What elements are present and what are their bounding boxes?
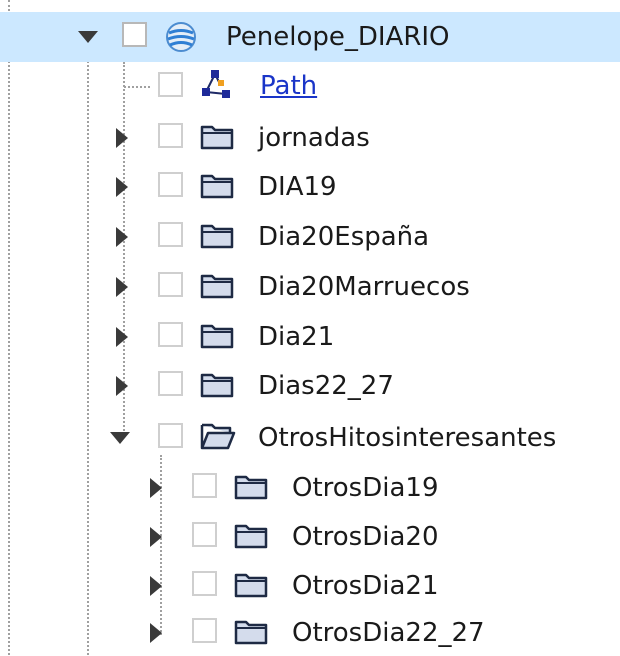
subfolder-label[interactable]: OtrosDia20 <box>292 522 439 552</box>
tree-row-folder[interactable]: DIA19 <box>0 162 620 210</box>
folder-open-icon <box>200 421 236 455</box>
expand-arrow-icon[interactable] <box>110 374 134 398</box>
expand-arrow-icon[interactable] <box>110 275 134 299</box>
folder-icon <box>234 520 268 554</box>
tree-row-subfolder[interactable]: OtrosDia20 <box>0 512 620 560</box>
tree-row-folder[interactable]: Dia21 <box>0 312 620 360</box>
globe-icon <box>164 20 198 54</box>
expand-arrow-icon[interactable] <box>110 175 134 199</box>
path-checkbox[interactable] <box>158 72 183 97</box>
folder-icon <box>200 369 234 403</box>
collapse-arrow-icon[interactable] <box>76 25 100 49</box>
tree-row-path[interactable]: Path <box>0 62 620 110</box>
folder-label[interactable]: Dia21 <box>258 322 334 352</box>
tree-row-folder[interactable]: Dias22_27 <box>0 361 620 409</box>
folder-checkbox[interactable] <box>158 371 183 396</box>
folder-label[interactable]: Dia20Marruecos <box>258 272 470 302</box>
folder-icon <box>200 220 234 254</box>
tree-row-folder[interactable]: jornadas <box>0 113 620 161</box>
subfolder-checkbox[interactable] <box>192 473 217 498</box>
open-folder-checkbox[interactable] <box>158 423 183 448</box>
folder-checkbox[interactable] <box>158 123 183 148</box>
folder-checkbox[interactable] <box>158 172 183 197</box>
expand-arrow-icon[interactable] <box>110 225 134 249</box>
folder-icon <box>234 471 268 505</box>
tree-row-root[interactable]: Penelope_DIARIO <box>0 12 620 62</box>
expand-arrow-icon[interactable] <box>144 621 168 645</box>
expand-arrow-icon[interactable] <box>110 325 134 349</box>
folder-icon <box>200 270 234 304</box>
expand-arrow-icon[interactable] <box>144 476 168 500</box>
open-folder-label[interactable]: OtrosHitosinteresantes <box>258 423 556 453</box>
folder-icon <box>234 569 268 603</box>
folder-checkbox[interactable] <box>158 272 183 297</box>
tree-row-subfolder[interactable]: OtrosDia21 <box>0 561 620 609</box>
layer-tree: Penelope_DIARIO Path jornadas DIA19 Dia2… <box>0 0 620 655</box>
folder-label[interactable]: Dia20España <box>258 222 429 252</box>
tree-row-folder[interactable]: Dia20Marruecos <box>0 262 620 310</box>
expand-arrow-icon[interactable] <box>110 126 134 150</box>
path-nodes-icon <box>198 68 232 102</box>
expand-arrow-icon[interactable] <box>144 574 168 598</box>
subfolder-label[interactable]: OtrosDia22_27 <box>292 618 485 648</box>
path-link[interactable]: Path <box>260 71 317 101</box>
root-label[interactable]: Penelope_DIARIO <box>226 22 450 52</box>
subfolder-label[interactable]: OtrosDia19 <box>292 473 439 503</box>
folder-label[interactable]: DIA19 <box>258 172 337 202</box>
folder-checkbox[interactable] <box>158 222 183 247</box>
collapse-arrow-icon[interactable] <box>108 426 132 450</box>
tree-row-subfolder[interactable]: OtrosDia19 <box>0 463 620 511</box>
folder-label[interactable]: jornadas <box>258 123 370 153</box>
subfolder-checkbox[interactable] <box>192 571 217 596</box>
folder-icon <box>200 170 234 204</box>
folder-checkbox[interactable] <box>158 322 183 347</box>
subfolder-label[interactable]: OtrosDia21 <box>292 571 439 601</box>
folder-icon <box>200 320 234 354</box>
folder-icon <box>200 121 234 155</box>
tree-row-folder[interactable]: Dia20España <box>0 212 620 260</box>
subfolder-checkbox[interactable] <box>192 522 217 547</box>
tree-connector-line <box>124 86 150 88</box>
folder-icon <box>234 616 268 650</box>
tree-row-subfolder[interactable]: OtrosDia22_27 <box>0 608 620 656</box>
folder-label[interactable]: Dias22_27 <box>258 371 394 401</box>
root-checkbox[interactable] <box>122 22 147 47</box>
expand-arrow-icon[interactable] <box>144 525 168 549</box>
tree-row-open-folder[interactable]: OtrosHitosinteresantes <box>0 413 620 461</box>
subfolder-checkbox[interactable] <box>192 618 217 643</box>
